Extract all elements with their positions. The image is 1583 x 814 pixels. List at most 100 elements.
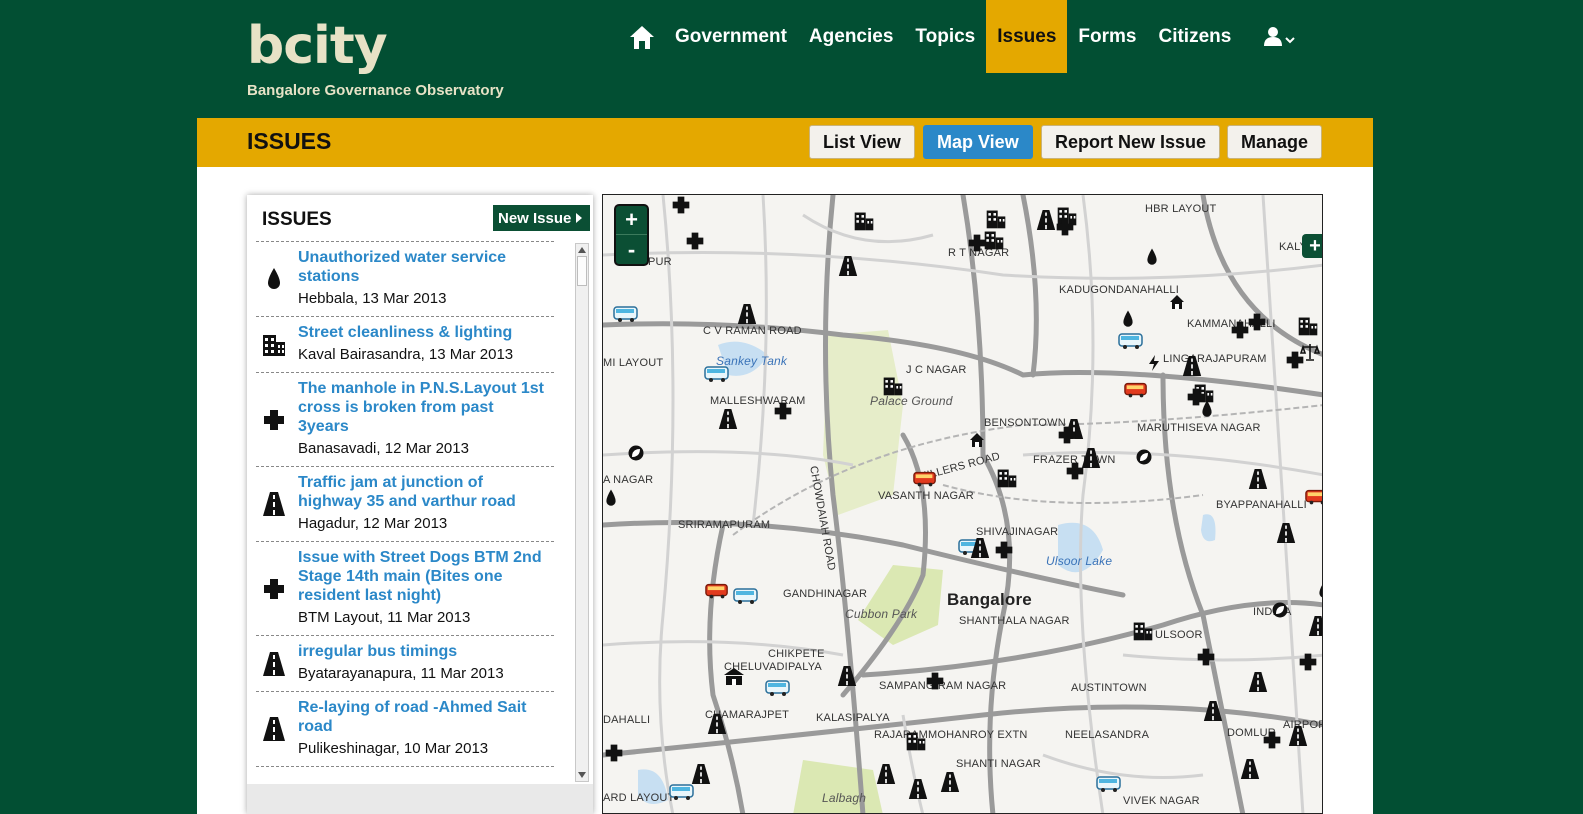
health-cross-marker-icon[interactable]	[1298, 652, 1318, 672]
bus-marker-icon[interactable]	[1118, 332, 1143, 352]
road-marker-icon[interactable]	[876, 763, 896, 784]
building-marker-icon[interactable]	[996, 467, 1017, 488]
issues-map[interactable]: HBR LAYOUT KALYA R T NAGAR KADUGONDANAHA…	[602, 194, 1323, 814]
nav-citizens[interactable]: Citizens	[1147, 0, 1242, 73]
water-drop-marker-icon[interactable]	[1199, 399, 1219, 419]
building-marker-icon[interactable]	[853, 210, 874, 231]
issue-title[interactable]: irregular bus timings	[298, 642, 544, 661]
bus-marker-icon[interactable]	[733, 587, 758, 607]
scroll-down-icon[interactable]	[576, 769, 588, 781]
health-cross-marker-icon[interactable]	[1196, 647, 1216, 667]
building-marker-icon[interactable]	[985, 208, 1006, 229]
building-marker-icon[interactable]	[1297, 315, 1318, 336]
list-item[interactable]: Traffic jam at junction of highway 35 an…	[256, 467, 554, 542]
building-marker-icon[interactable]	[1132, 620, 1153, 641]
issue-title[interactable]: Unauthorized water service stations	[298, 248, 544, 286]
issue-title[interactable]: The manhole in P.N.S.Layout 1st cross is…	[298, 379, 544, 436]
lightning-marker-icon[interactable]	[1148, 355, 1168, 375]
health-cross-marker-icon[interactable]	[1262, 730, 1282, 750]
road-marker-icon[interactable]	[707, 713, 727, 734]
road-marker-icon[interactable]	[718, 408, 738, 429]
road-marker-icon[interactable]	[691, 763, 711, 784]
nav-government[interactable]: Government	[664, 0, 798, 73]
road-marker-icon[interactable]	[737, 303, 757, 324]
leaf-marker-icon[interactable]	[1272, 602, 1292, 622]
health-cross-marker-icon[interactable]	[925, 671, 945, 691]
layer-switcher-button[interactable]: +	[1302, 234, 1322, 258]
leaf-marker-icon[interactable]	[1136, 449, 1156, 469]
nav-issues[interactable]: Issues	[986, 0, 1068, 73]
house-marker-icon[interactable]	[1169, 294, 1189, 314]
list-item[interactable]: Street cleanliness & lighting Kaval Bair…	[256, 317, 554, 373]
bus-marker-icon[interactable]	[704, 365, 729, 385]
zoom-in-button[interactable]: +	[616, 206, 647, 235]
red-bus-marker-icon[interactable]	[705, 582, 728, 602]
nav-forms[interactable]: Forms	[1067, 0, 1147, 73]
health-cross-marker-icon[interactable]	[671, 195, 691, 215]
user-menu[interactable]	[1254, 0, 1306, 73]
road-marker-icon[interactable]	[1203, 700, 1223, 721]
water-drop-marker-icon[interactable]	[1316, 580, 1322, 600]
leaf-marker-icon[interactable]	[628, 445, 648, 465]
building-marker-icon[interactable]	[905, 730, 926, 751]
health-cross-marker-icon[interactable]	[685, 231, 705, 251]
list-item[interactable]: The manhole in P.N.S.Layout 1st cross is…	[256, 373, 554, 467]
red-bus-marker-icon[interactable]	[1305, 488, 1322, 508]
red-bus-marker-icon[interactable]	[1124, 381, 1147, 401]
scroll-thumb[interactable]	[577, 256, 587, 286]
road-marker-icon[interactable]	[970, 537, 990, 558]
road-marker-icon[interactable]	[1288, 725, 1308, 746]
home-icon[interactable]	[620, 0, 664, 73]
house-marker-icon[interactable]	[969, 432, 989, 452]
road-marker-icon[interactable]	[940, 771, 960, 792]
bus-marker-icon[interactable]	[1096, 775, 1121, 795]
road-marker-icon[interactable]	[1248, 468, 1268, 489]
issue-title[interactable]: Street cleanliness & lighting	[298, 323, 544, 342]
road-marker-icon[interactable]	[1240, 758, 1260, 779]
list-item[interactable]: irregular bus timings Byatarayanapura, 1…	[256, 636, 554, 692]
health-cross-marker-icon[interactable]	[1055, 217, 1075, 237]
road-marker-icon[interactable]	[1276, 522, 1296, 543]
zoom-out-button[interactable]: -	[616, 235, 647, 264]
site-title[interactable]: bcity	[247, 16, 504, 76]
road-marker-icon[interactable]	[838, 255, 858, 276]
issues-scrollbar[interactable]	[575, 243, 589, 782]
new-issue-button[interactable]: New Issue	[493, 205, 591, 231]
health-cross-marker-icon[interactable]	[604, 743, 624, 763]
issue-title[interactable]: Issue with Street Dogs BTM 2nd Stage 14t…	[298, 548, 544, 605]
water-drop-marker-icon[interactable]	[603, 488, 623, 508]
road-marker-icon[interactable]	[1248, 671, 1268, 692]
scroll-up-icon[interactable]	[576, 244, 588, 256]
health-cross-marker-icon[interactable]	[994, 540, 1014, 560]
bus-marker-icon[interactable]	[613, 305, 638, 325]
justice-scale-marker-icon[interactable]	[1299, 342, 1321, 362]
bus-marker-icon[interactable]	[669, 783, 694, 803]
health-cross-marker-icon[interactable]	[967, 233, 987, 253]
building-marker-icon[interactable]	[882, 375, 903, 396]
road-marker-icon[interactable]	[908, 778, 928, 799]
issue-title[interactable]: Re-laying of road -Ahmed Sait road	[298, 698, 544, 736]
manage-button[interactable]: Manage	[1227, 125, 1323, 159]
road-marker-icon[interactable]	[1308, 615, 1322, 636]
bus-marker-icon[interactable]	[765, 679, 790, 699]
list-view-button[interactable]: List View	[809, 125, 915, 159]
list-item[interactable]: Re-laying of road -Ahmed Sait road Pulik…	[256, 692, 554, 767]
health-cross-marker-icon[interactable]	[773, 401, 793, 421]
issue-title[interactable]: Traffic jam at junction of highway 35 an…	[298, 473, 544, 511]
road-marker-icon[interactable]	[1036, 209, 1056, 230]
water-drop-marker-icon[interactable]	[1120, 309, 1140, 329]
site-logo[interactable]: bcity Bangalore Governance Observatory	[247, 16, 504, 99]
report-new-issue-button[interactable]: Report New Issue	[1041, 125, 1221, 159]
list-item[interactable]: Unauthorized water service stations Hebb…	[256, 242, 554, 317]
health-cross-marker-icon[interactable]	[1057, 425, 1077, 445]
health-cross-marker-icon[interactable]	[1247, 312, 1267, 332]
temple-marker-icon[interactable]	[723, 667, 744, 687]
nav-agencies[interactable]: Agencies	[798, 0, 904, 73]
list-item[interactable]: Issue with Street Dogs BTM 2nd Stage 14t…	[256, 542, 554, 636]
road-marker-icon[interactable]	[837, 665, 857, 686]
health-cross-marker-icon[interactable]	[1065, 461, 1085, 481]
water-drop-marker-icon[interactable]	[1144, 247, 1164, 267]
map-view-button[interactable]: Map View	[923, 125, 1033, 159]
road-marker-icon[interactable]	[1182, 355, 1202, 376]
red-bus-marker-icon[interactable]	[913, 470, 936, 490]
